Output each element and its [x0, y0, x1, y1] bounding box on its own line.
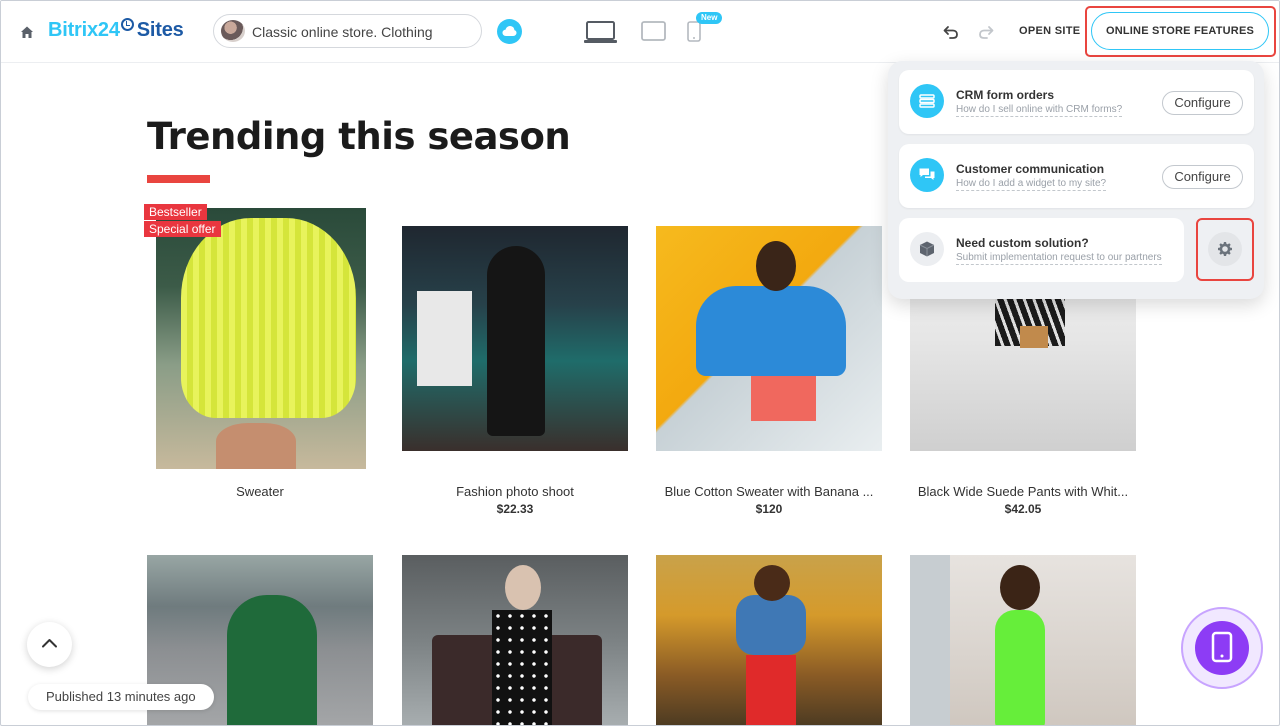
- custom-solution-card: Need custom solution? Submit implementat…: [899, 218, 1184, 282]
- published-status: Published 13 minutes ago: [28, 684, 214, 710]
- product-price: $22.33: [496, 502, 534, 516]
- site-select-value: Classic online store. Clothing: [252, 24, 433, 40]
- product-card[interactable]: Blue Cotton Sweater with Banana ... $120: [656, 226, 882, 526]
- undo-icon[interactable]: [942, 23, 960, 41]
- list-icon: [910, 84, 944, 118]
- mobile-preview-button[interactable]: [1181, 607, 1263, 689]
- gear-icon[interactable]: [1208, 232, 1242, 266]
- product-price: $120: [755, 502, 783, 516]
- cloud-icon[interactable]: [497, 19, 522, 44]
- product-name[interactable]: Blue Cotton Sweater with Banana ...: [656, 484, 882, 499]
- scroll-to-top-button[interactable]: [27, 622, 72, 667]
- desktop-view-icon[interactable]: [584, 20, 617, 44]
- product-image[interactable]: [402, 555, 628, 725]
- product-image[interactable]: [402, 226, 628, 451]
- product-image[interactable]: [156, 208, 366, 469]
- feature-title: Customer communication: [956, 162, 1105, 176]
- product-name[interactable]: Black Wide Suede Pants with Whit...: [910, 484, 1136, 499]
- bestseller-badge: Bestseller: [144, 204, 207, 220]
- product-image[interactable]: [656, 555, 882, 725]
- editor-window: Bitrix24 Sites Classic online store. Clot…: [0, 0, 1280, 726]
- site-select[interactable]: Classic online store. Clothing: [213, 14, 482, 48]
- product-image[interactable]: [910, 555, 1136, 725]
- partners-request-link[interactable]: Submit implementation request to our par…: [956, 252, 1162, 265]
- configure-button[interactable]: Configure: [1162, 165, 1243, 189]
- customer-communication-card: Customer communication How do I add a wi…: [899, 144, 1254, 208]
- site-thumbnail: [221, 20, 245, 42]
- product-name[interactable]: Sweater: [147, 484, 373, 499]
- open-site-link[interactable]: OPEN SITE: [1019, 25, 1080, 37]
- crm-form-orders-card: CRM form orders How do I sell online wit…: [899, 70, 1254, 134]
- product-card[interactable]: Fashion photo shoot $22.33: [402, 226, 628, 526]
- online-store-features-button[interactable]: ONLINE STORE FEATURES: [1091, 12, 1269, 50]
- chat-icon: [910, 158, 944, 192]
- phone-view-icon[interactable]: [687, 21, 701, 42]
- feature-title: Need custom solution?: [956, 236, 1089, 250]
- logo-sites-text: Sites: [136, 19, 184, 41]
- special-offer-badge: Special offer: [144, 221, 221, 237]
- title-underline: [147, 175, 210, 183]
- page-title: Trending this season: [147, 115, 571, 158]
- product-name[interactable]: Fashion photo shoot: [402, 484, 628, 499]
- home-icon[interactable]: [18, 23, 36, 41]
- top-bar: Bitrix24 Sites Classic online store. Clot…: [1, 1, 1279, 63]
- feature-help-link[interactable]: How do I add a widget to my site?: [956, 178, 1107, 191]
- bitrix24-logo[interactable]: Bitrix24 Sites: [48, 18, 184, 42]
- tablet-view-icon[interactable]: [641, 21, 666, 41]
- product-price: $42.05: [1004, 502, 1042, 516]
- clock-icon: [120, 18, 134, 31]
- product-card[interactable]: Bestseller Special offer Sweater: [144, 201, 373, 521]
- redo-icon[interactable]: [977, 23, 995, 41]
- chevron-up-icon: [42, 639, 57, 648]
- configure-button[interactable]: Configure: [1162, 91, 1243, 115]
- feature-help-link[interactable]: How do I sell online with CRM forms?: [956, 104, 1123, 117]
- online-store-features-popup: CRM form orders How do I sell online wit…: [888, 61, 1264, 299]
- phone-icon: [1211, 631, 1233, 663]
- product-image[interactable]: [656, 226, 882, 451]
- feature-title: CRM form orders: [956, 88, 1055, 102]
- logo-text: Bitrix24: [48, 19, 120, 41]
- new-badge: New: [696, 12, 723, 24]
- box-icon: [910, 232, 944, 266]
